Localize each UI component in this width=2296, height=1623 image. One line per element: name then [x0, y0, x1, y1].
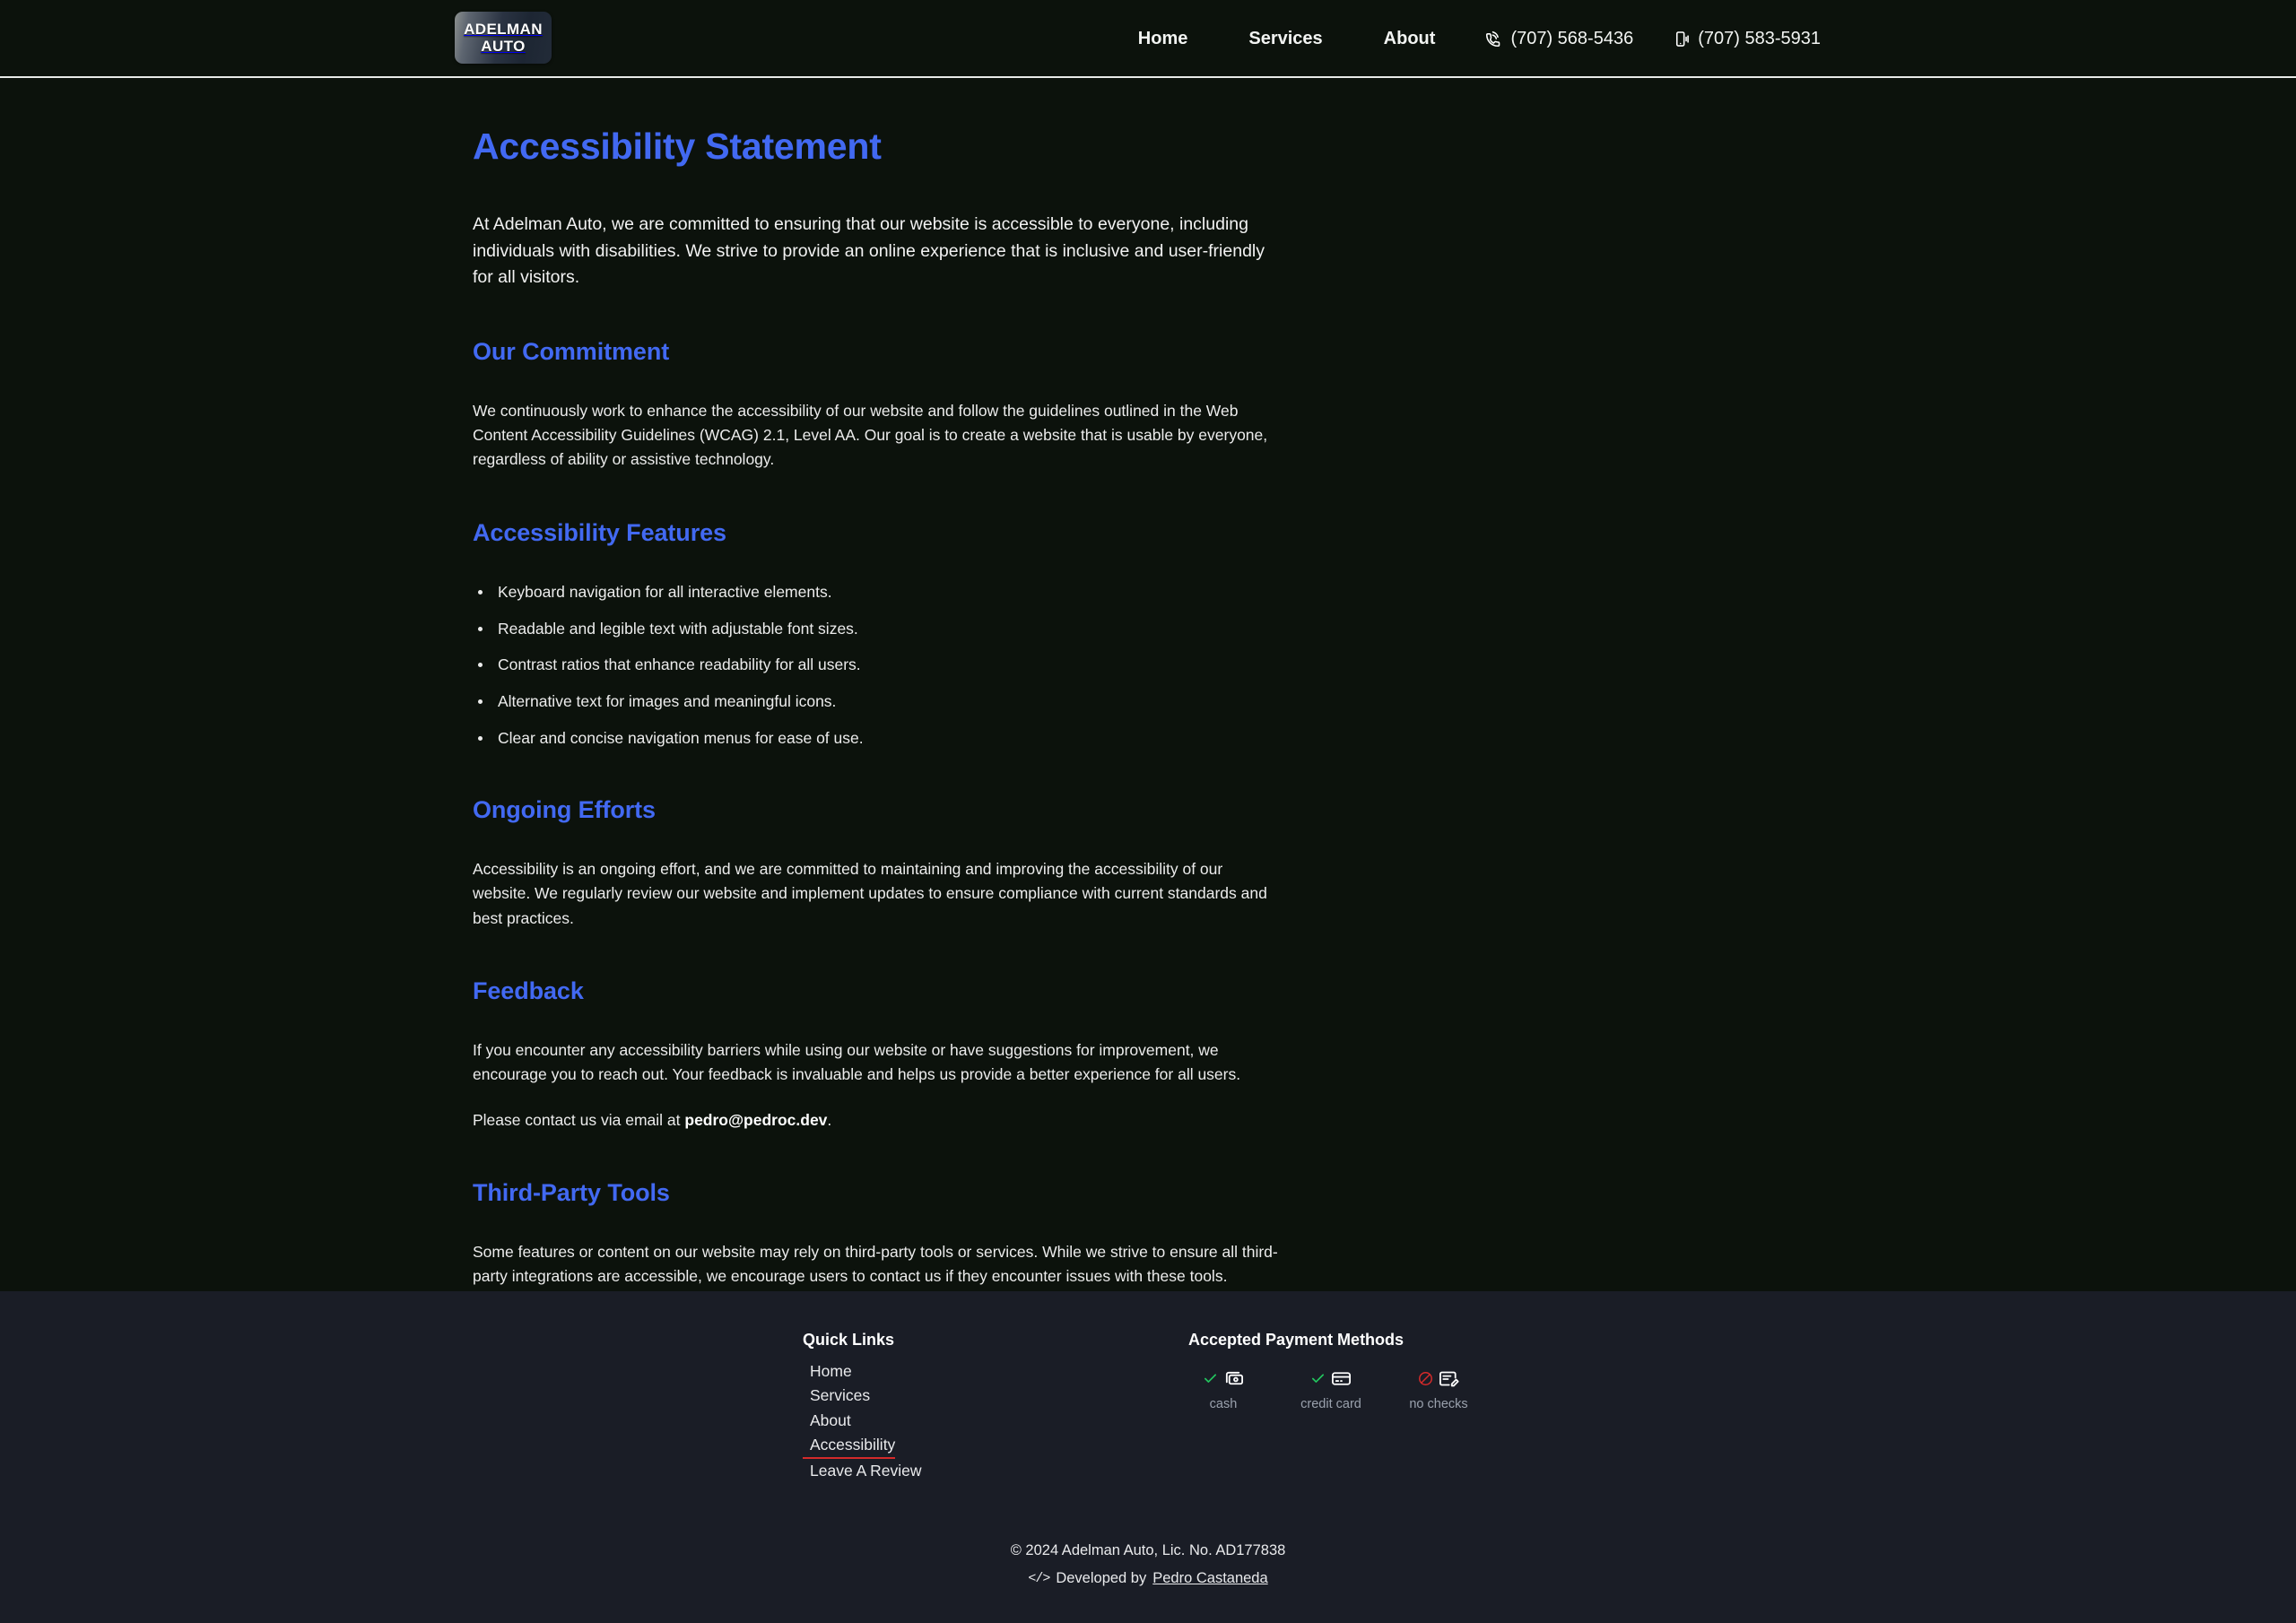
section-body-ongoing-efforts: Accessibility is an ongoing effort, and … — [473, 860, 1267, 927]
code-icon: </> — [1028, 1571, 1050, 1586]
section-heading-our-commitment: Our Commitment — [473, 337, 670, 365]
accessibility-features-list: Keyboard navigation for all interactive … — [473, 580, 1316, 750]
footer-quick-links-heading: Quick Links — [803, 1331, 895, 1349]
payment-method-cash-icons — [1203, 1369, 1244, 1393]
ban-icon — [1418, 1371, 1433, 1391]
section-heading-accessibility-features: Accessibility Features — [473, 518, 726, 546]
site-header: ADELMAN AUTO Home Services About (707) 5… — [0, 0, 2296, 78]
check-document-icon — [1439, 1368, 1459, 1393]
phone-call-icon — [1485, 30, 1502, 48]
payment-method-no-checks-icons — [1418, 1369, 1459, 1393]
footer-link-about[interactable]: About — [803, 1409, 851, 1433]
payment-method-cash-label: cash — [1209, 1397, 1238, 1411]
check-icon — [1203, 1371, 1218, 1391]
list-item: Contrast ratios that enhance readability… — [473, 653, 1316, 676]
nav-link-services[interactable]: Services — [1218, 29, 1352, 49]
list-item: Alternative text for images and meaningf… — [473, 690, 1316, 713]
page-title: Accessibility Statement — [473, 126, 882, 167]
site-logo[interactable]: ADELMAN AUTO — [455, 12, 552, 64]
section-heading-feedback: Feedback — [473, 976, 584, 1004]
contact-line: Please contact us via email at pedro@ped… — [473, 1108, 1280, 1133]
payment-method-no-checks-label: no checks — [1409, 1397, 1468, 1411]
payment-method-cash: cash — [1188, 1369, 1258, 1411]
nav-phone-primary[interactable]: (707) 568-5436 — [1465, 29, 1653, 49]
developer-link[interactable]: Pedro Castaneda — [1152, 1570, 1267, 1587]
nav-phone-mobile-number: (707) 583-5931 — [1698, 29, 1821, 48]
contact-email: pedro@pedroc.dev — [684, 1110, 828, 1129]
site-footer: Quick Links Home Services About Accessib… — [0, 1291, 2296, 1623]
footer-link-services[interactable]: Services — [803, 1384, 870, 1408]
section-heading-third-party-tools: Third-Party Tools — [473, 1178, 670, 1206]
main-navigation: Home Services About (707) 568-5436 (707)… — [1108, 0, 2296, 78]
footer-quick-links-column: Quick Links Home Services About Accessib… — [803, 1331, 1018, 1483]
payment-method-credit-card-label: credit card — [1300, 1397, 1361, 1411]
footer-link-home[interactable]: Home — [803, 1359, 852, 1384]
mobile-vibrate-icon — [1673, 30, 1690, 48]
nav-link-home[interactable]: Home — [1108, 29, 1219, 49]
section-body-feedback: If you encounter any accessibility barri… — [473, 1040, 1241, 1084]
payment-method-no-checks: no checks — [1404, 1369, 1474, 1411]
nav-phone-primary-number: (707) 568-5436 — [1510, 29, 1634, 48]
footer-bottom: © 2024 Adelman Auto, Lic. No. AD177838 <… — [0, 1542, 2296, 1587]
credit-card-icon — [1331, 1368, 1352, 1393]
list-item: Readable and legible text with adjustabl… — [473, 617, 1316, 640]
logo-line-primary: ADELMAN — [464, 20, 543, 38]
nav-phone-mobile[interactable]: (707) 583-5931 — [1653, 29, 1840, 49]
payment-method-credit-card: credit card — [1296, 1369, 1366, 1411]
payment-methods-row: cash credit card no checks — [1188, 1369, 1493, 1411]
banknotes-icon — [1223, 1368, 1244, 1393]
logo-line-secondary: AUTO — [481, 37, 526, 55]
main-content: Accessibility Statement At Adelman Auto,… — [473, 126, 1316, 1289]
payment-method-credit-card-icons — [1310, 1369, 1352, 1393]
section-body-third-party-tools: Some features or content on our website … — [473, 1242, 1278, 1286]
contact-suffix: . — [827, 1110, 832, 1129]
footer-payment-column: Accepted Payment Methods cash credit car… — [1188, 1331, 1493, 1483]
developer-credit: </> Developed by Pedro Castaneda — [0, 1570, 2296, 1587]
developed-by-label: Developed by — [1056, 1570, 1147, 1586]
list-item: Keyboard navigation for all interactive … — [473, 580, 1316, 603]
footer-columns: Quick Links Home Services About Accessib… — [0, 1331, 2296, 1483]
contact-prefix: Please contact us via email at — [473, 1110, 685, 1129]
intro-paragraph: At Adelman Auto, we are committed to ens… — [473, 214, 1265, 288]
copyright-text: © 2024 Adelman Auto, Lic. No. AD177838 — [1010, 1542, 1286, 1558]
check-icon — [1310, 1371, 1326, 1391]
section-heading-ongoing-efforts: Ongoing Efforts — [473, 796, 656, 824]
footer-link-accessibility[interactable]: Accessibility — [803, 1433, 896, 1460]
footer-payment-heading: Accepted Payment Methods — [1188, 1331, 1405, 1349]
footer-link-leave-a-review[interactable]: Leave A Review — [803, 1459, 922, 1483]
nav-link-about[interactable]: About — [1353, 29, 1466, 49]
list-item: Clear and concise navigation menus for e… — [473, 726, 1316, 750]
section-body-our-commitment: We continuously work to enhance the acce… — [473, 401, 1268, 469]
